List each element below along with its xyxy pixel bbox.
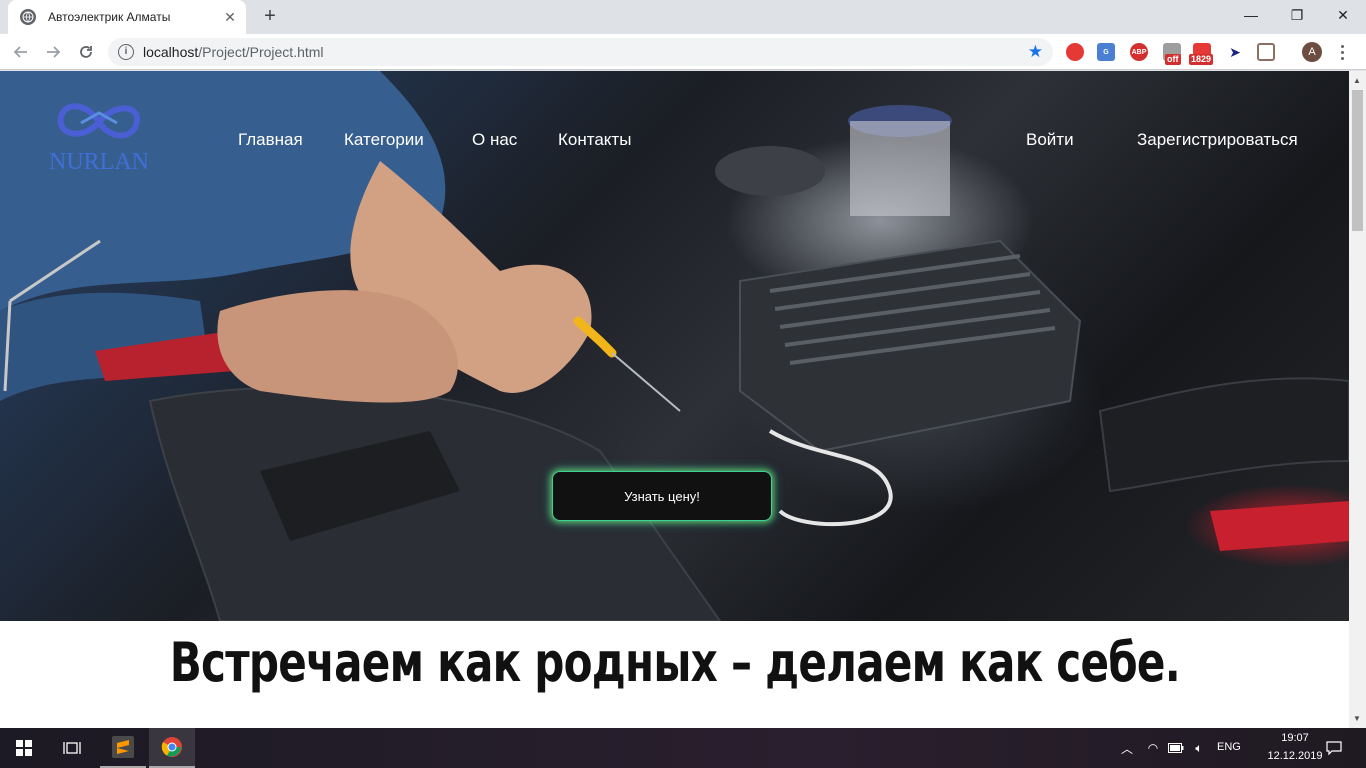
scroll-up-icon[interactable]: ▲: [1353, 76, 1361, 85]
infinity-logo-icon: [57, 103, 141, 139]
engine-photo: [0, 71, 1349, 621]
clock-time[interactable]: 19:07: [1267, 732, 1323, 744]
page-scrollbar[interactable]: ▲ ▼: [1349, 71, 1366, 728]
nav-about-link[interactable]: О нас: [472, 130, 517, 150]
off-badge: off: [1165, 54, 1181, 65]
cast-icon[interactable]: [1257, 43, 1275, 61]
url-text: localhost/Project/Project.html: [143, 44, 324, 60]
page-viewport: NURLAN Главная Категории О нас Контакты …: [0, 71, 1366, 728]
logo-text: NURLAN: [49, 149, 149, 175]
site-logo[interactable]: NURLAN: [46, 93, 152, 175]
arrow-left-icon: [13, 46, 27, 58]
hero-section: NURLAN Главная Категории О нас Контакты …: [0, 71, 1349, 621]
reload-button[interactable]: [74, 40, 98, 64]
close-tab-icon[interactable]: ✕: [222, 9, 238, 25]
scroll-thumb[interactable]: [1352, 90, 1363, 231]
sublime-text-icon[interactable]: [100, 728, 146, 768]
notifications-icon[interactable]: [1318, 728, 1350, 768]
browser-tab[interactable]: Автоэлектрик Алматы ✕: [8, 0, 246, 34]
bookmark-star-icon[interactable]: ★: [1028, 42, 1043, 62]
register-link[interactable]: Зарегистрироваться: [1137, 130, 1298, 150]
login-link[interactable]: Войти: [1026, 130, 1074, 150]
arrow-right-icon: [47, 46, 61, 58]
windows-taskbar: ︿ ◠ 🔈︎ ENG 19:07 12.12.2019: [0, 728, 1366, 768]
info-icon[interactable]: i: [118, 44, 134, 60]
new-tab-button[interactable]: +: [258, 5, 282, 29]
chrome-taskbar-icon[interactable]: [149, 728, 195, 768]
translate-icon[interactable]: G: [1097, 43, 1115, 61]
page-slogan: Встречаем как родных – делаем как себе.: [169, 631, 1181, 694]
abp-icon[interactable]: ABP: [1130, 43, 1148, 61]
task-view-icon[interactable]: [48, 728, 96, 768]
mail-badge: 1829: [1189, 54, 1214, 65]
wifi-icon[interactable]: ◠: [1143, 728, 1163, 768]
battery-icon[interactable]: [1166, 728, 1186, 768]
minimize-button[interactable]: —: [1228, 0, 1274, 30]
browser-toolbar: i localhost/Project/Project.html ★ G ABP…: [0, 34, 1366, 70]
reload-icon: [80, 46, 92, 58]
nav-contacts-link[interactable]: Контакты: [558, 130, 631, 150]
tab-strip: Автоэлектрик Алматы ✕ + — ❐ ✕: [0, 0, 1366, 34]
restore-button[interactable]: ❐: [1274, 0, 1320, 30]
globe-icon: [20, 9, 36, 25]
back-button[interactable]: [9, 40, 33, 64]
language-indicator[interactable]: ENG: [1217, 741, 1241, 753]
scroll-down-icon[interactable]: ▼: [1353, 714, 1361, 723]
nav-home-link[interactable]: Главная: [238, 130, 303, 150]
windows-start-icon[interactable]: [0, 728, 48, 768]
cursor-icon[interactable]: ➤: [1226, 43, 1244, 61]
profile-avatar[interactable]: A: [1302, 42, 1322, 62]
adblock-icon[interactable]: [1066, 43, 1084, 61]
close-window-button[interactable]: ✕: [1320, 0, 1366, 30]
address-bar[interactable]: i localhost/Project/Project.html ★: [108, 38, 1053, 66]
tab-title: Автоэлектрик Алматы: [48, 10, 171, 24]
show-hidden-icons-icon[interactable]: ︿: [1117, 728, 1137, 768]
browser-menu-icon[interactable]: [1330, 40, 1354, 64]
volume-icon[interactable]: 🔈︎: [1189, 728, 1209, 768]
nav-categories-link[interactable]: Категории: [344, 130, 424, 150]
get-price-button[interactable]: Узнать цену!: [552, 471, 772, 521]
forward-button[interactable]: [41, 40, 65, 64]
